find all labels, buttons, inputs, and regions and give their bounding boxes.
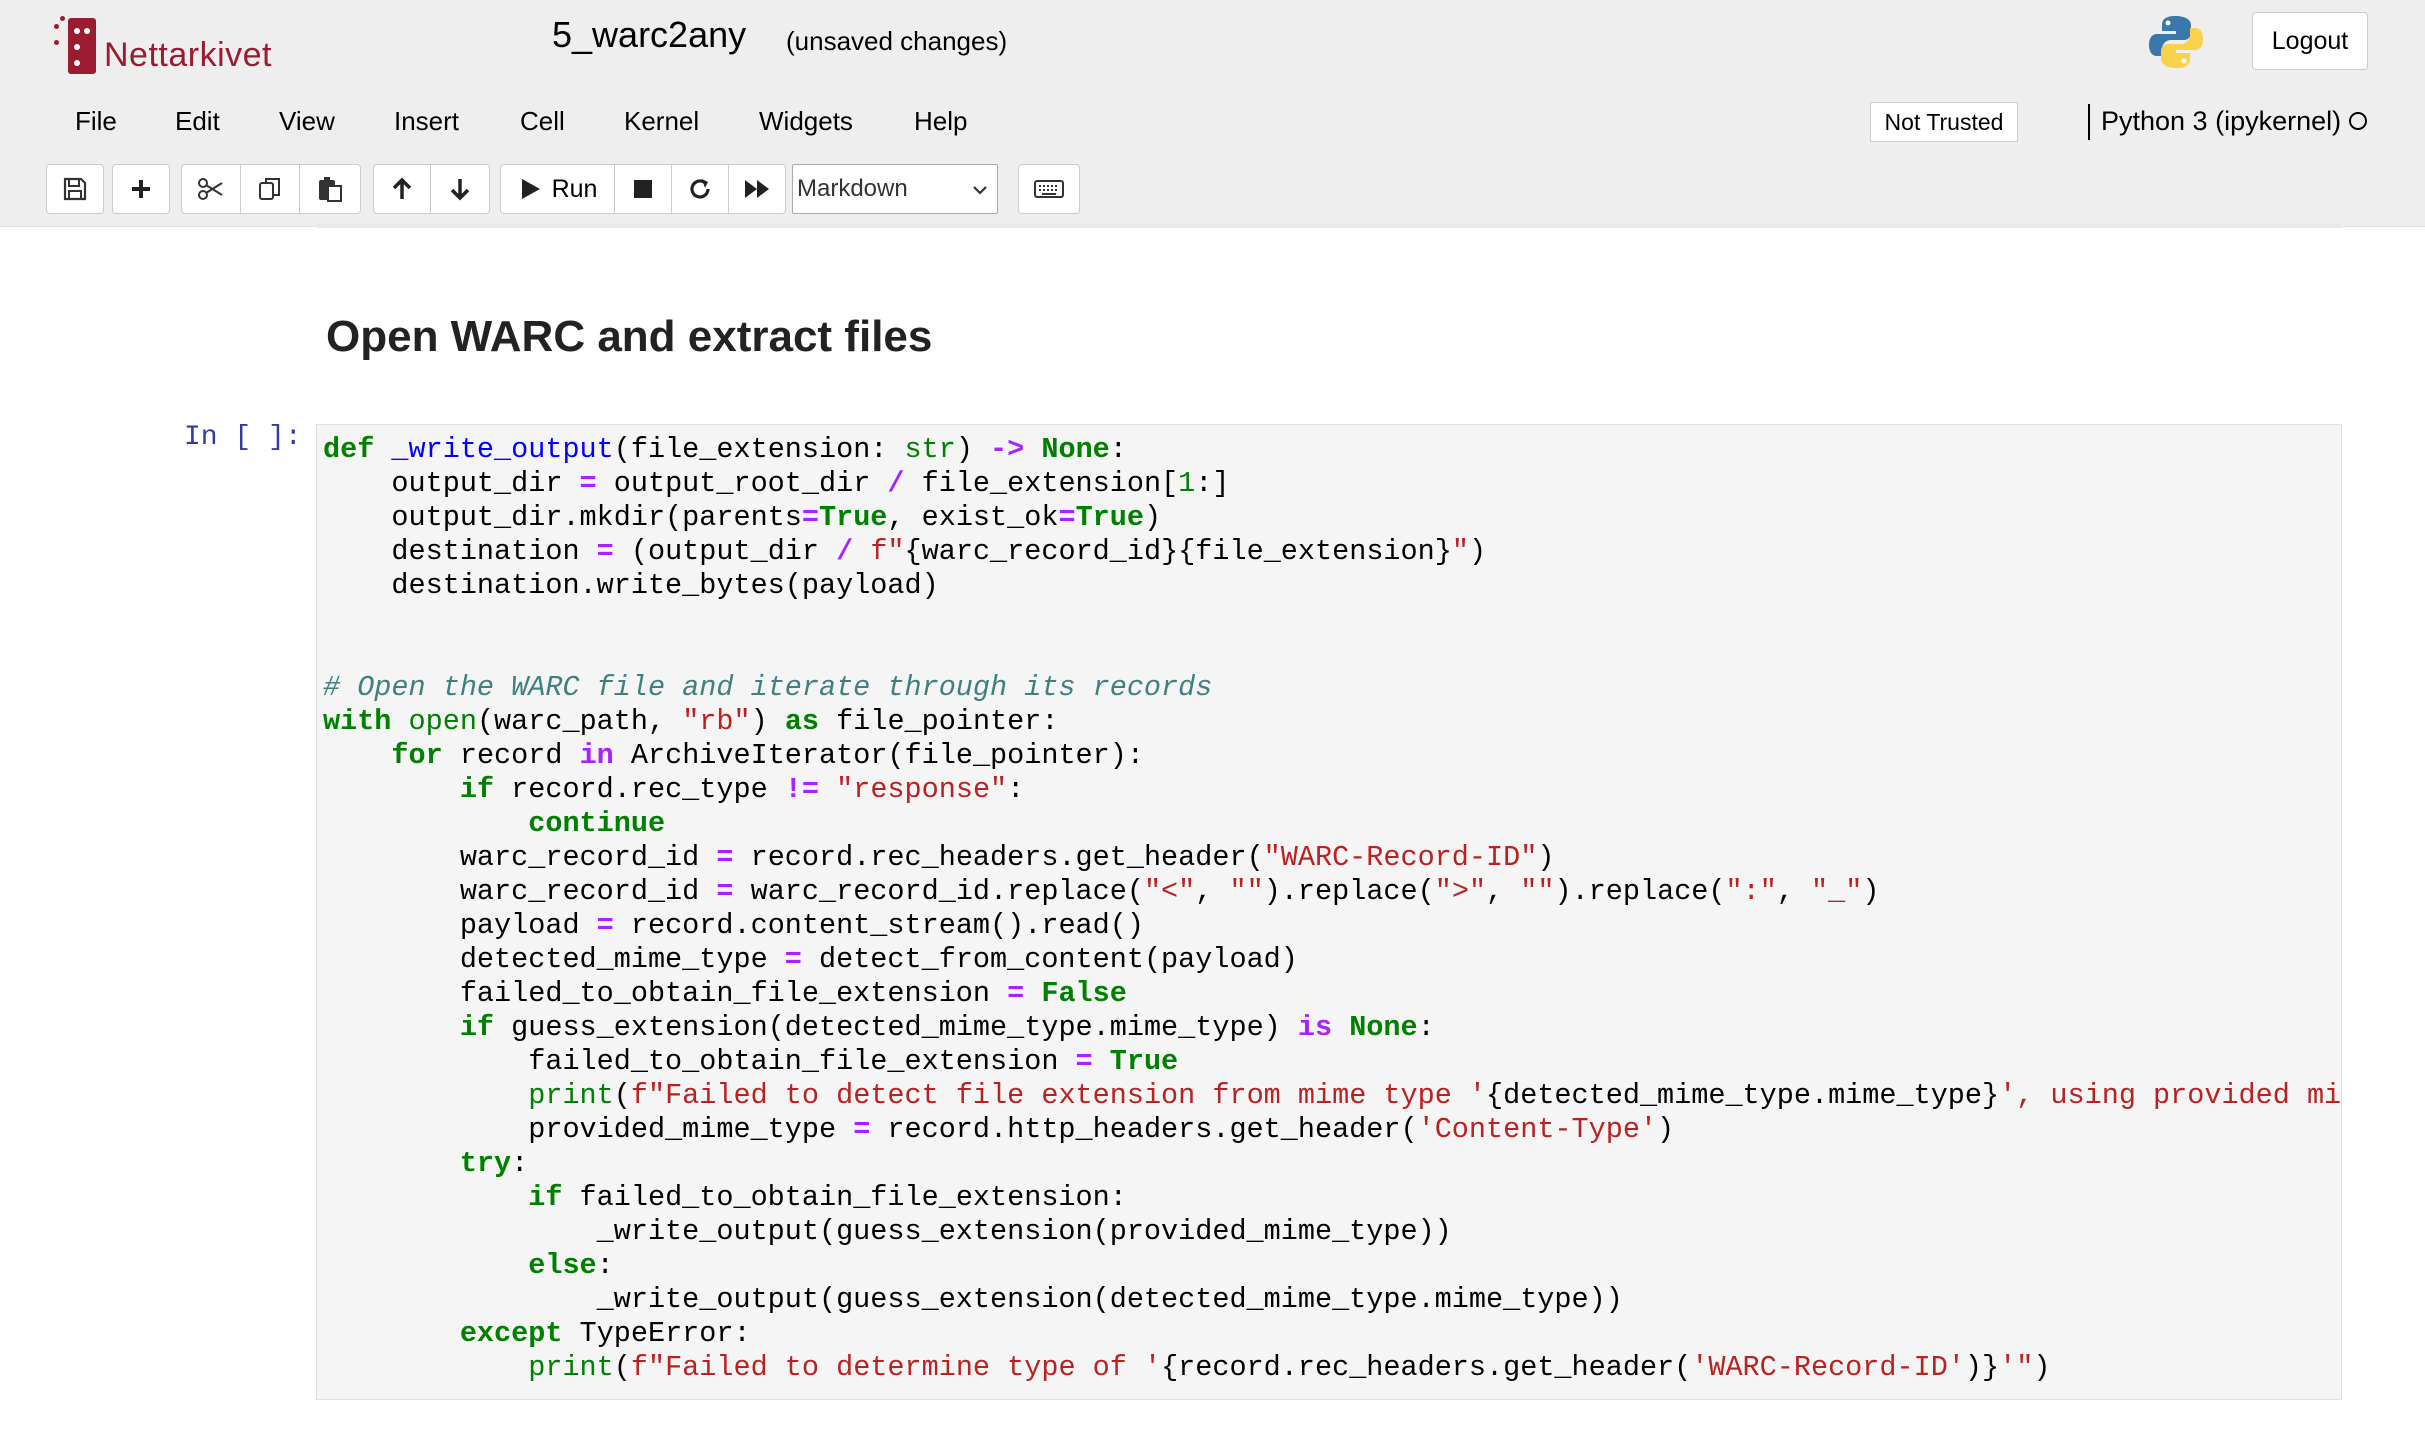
notebook-title[interactable]: 5_warc2any bbox=[552, 14, 746, 56]
interrupt-button[interactable] bbox=[614, 164, 672, 214]
logo-text: Nettarkivet bbox=[104, 35, 272, 74]
code-line: except TypeError: bbox=[459, 1317, 751, 1350]
menu-cell[interactable]: Cell bbox=[520, 106, 565, 137]
code-line: _write_output(guess_extension(detected_m… bbox=[323, 1283, 1623, 1316]
code-line: failed_to_obtain_file_extension = False bbox=[323, 977, 1127, 1010]
restart-button[interactable] bbox=[671, 164, 729, 214]
trust-indicator-button[interactable]: Not Trusted bbox=[1870, 102, 2018, 142]
move-down-button[interactable] bbox=[430, 164, 490, 214]
paste-icon bbox=[319, 177, 342, 202]
nettarkivet-logo[interactable]: Nettarkivet bbox=[54, 14, 272, 78]
keyboard-icon bbox=[1034, 180, 1064, 198]
run-label: Run bbox=[551, 174, 598, 203]
insert-cell-button[interactable] bbox=[112, 164, 170, 214]
save-button[interactable] bbox=[46, 164, 104, 214]
code-line: failed_to_obtain_file_extension = True bbox=[323, 1045, 1179, 1078]
save-icon bbox=[63, 177, 87, 201]
code-line: detected_mime_type = detect_from_content… bbox=[323, 943, 1298, 976]
arrow-up-icon bbox=[392, 177, 412, 199]
code-line: output_dir.mkdir(parents=True, exist_ok=… bbox=[323, 501, 1162, 534]
previous-cell-edge bbox=[316, 224, 2342, 228]
python-logo-icon bbox=[2149, 16, 2203, 68]
command-palette-button[interactable] bbox=[1018, 164, 1080, 214]
code-line: if guess_extension(detected_mime_type.mi… bbox=[459, 1011, 1435, 1044]
save-status: (unsaved changes) bbox=[786, 26, 1008, 56]
kernel-name[interactable]: Python 3 (ipykernel) bbox=[2101, 106, 2341, 137]
copy-icon bbox=[259, 178, 280, 200]
move-up-button[interactable] bbox=[373, 164, 431, 214]
code-line: print(f"Failed to determine type of '{re… bbox=[528, 1351, 2051, 1384]
run-button[interactable]: Run bbox=[500, 164, 615, 214]
code-cell-editor[interactable]: def _write_output(file_extension: str) -… bbox=[316, 424, 2342, 1400]
stop-icon bbox=[634, 180, 652, 198]
code-line: print(f"Failed to detect file extension … bbox=[528, 1079, 2342, 1112]
code-line: provided_mime_type = record.http_headers… bbox=[323, 1113, 1675, 1146]
copy-button[interactable] bbox=[240, 164, 300, 214]
code-line: with open(warc_path, "rb") as file_point… bbox=[323, 705, 1059, 738]
menu-edit[interactable]: Edit bbox=[175, 106, 220, 137]
menu-kernel[interactable]: Kernel bbox=[624, 106, 699, 137]
code-line: if failed_to_obtain_file_extension: bbox=[528, 1181, 1127, 1214]
fast-forward-icon bbox=[745, 180, 769, 198]
code-line: continue bbox=[528, 807, 666, 840]
code-line: payload = record.content_stream().read() bbox=[323, 909, 1144, 942]
markdown-heading[interactable]: Open WARC and extract files bbox=[326, 312, 932, 362]
restart-icon bbox=[690, 179, 710, 199]
logo-mark-icon bbox=[54, 14, 98, 78]
kernel-idle-indicator-icon bbox=[2349, 112, 2367, 130]
code-line: _write_output(guess_extension(provided_m… bbox=[323, 1215, 1452, 1248]
scissors-icon bbox=[198, 178, 223, 200]
plus-icon bbox=[132, 180, 150, 198]
code-line: if record.rec_type != "response": bbox=[459, 773, 1025, 806]
code-line: ​ bbox=[323, 637, 2341, 671]
cell-type-value: Markdown bbox=[797, 175, 908, 202]
play-icon bbox=[521, 179, 540, 199]
code-line: else: bbox=[528, 1249, 614, 1282]
menu-help[interactable]: Help bbox=[914, 106, 967, 137]
menu-insert[interactable]: Insert bbox=[394, 106, 459, 137]
code-line: ​ bbox=[323, 603, 2341, 637]
cut-button[interactable] bbox=[181, 164, 241, 214]
code-line: warc_record_id = warc_record_id.replace(… bbox=[323, 875, 1880, 908]
menu-file[interactable]: File bbox=[75, 106, 117, 137]
arrow-down-icon bbox=[450, 179, 470, 201]
kernel-divider bbox=[2088, 104, 2090, 140]
code-line: def _write_output(file_extension: str) -… bbox=[323, 433, 1127, 466]
paste-button[interactable] bbox=[299, 164, 361, 214]
code-line: warc_record_id = record.rec_headers.get_… bbox=[323, 841, 1555, 874]
chevron-down-icon bbox=[973, 186, 987, 195]
code-line: destination = (output_dir / f"{warc_reco… bbox=[323, 535, 1487, 568]
menu-view[interactable]: View bbox=[279, 106, 335, 137]
code-line: for record in ArchiveIterator(file_point… bbox=[391, 739, 1144, 772]
code-line: # Open the WARC file and iterate through… bbox=[323, 671, 1213, 704]
code-content: def _write_output(file_extension: str) -… bbox=[317, 433, 2342, 1385]
menubar: File Edit View Insert Cell Kernel Widget… bbox=[0, 100, 2425, 144]
code-line: try: bbox=[459, 1147, 529, 1180]
restart-run-all-button[interactable] bbox=[728, 164, 786, 214]
cell-type-select[interactable]: Markdown bbox=[792, 164, 998, 214]
logout-button[interactable]: Logout bbox=[2252, 12, 2368, 70]
code-line: output_dir = output_root_dir / file_exte… bbox=[323, 467, 1230, 500]
code-line: destination.write_bytes(payload) bbox=[323, 569, 939, 602]
cell-prompt: In [ ]: bbox=[184, 422, 302, 453]
menu-widgets[interactable]: Widgets bbox=[759, 106, 853, 137]
